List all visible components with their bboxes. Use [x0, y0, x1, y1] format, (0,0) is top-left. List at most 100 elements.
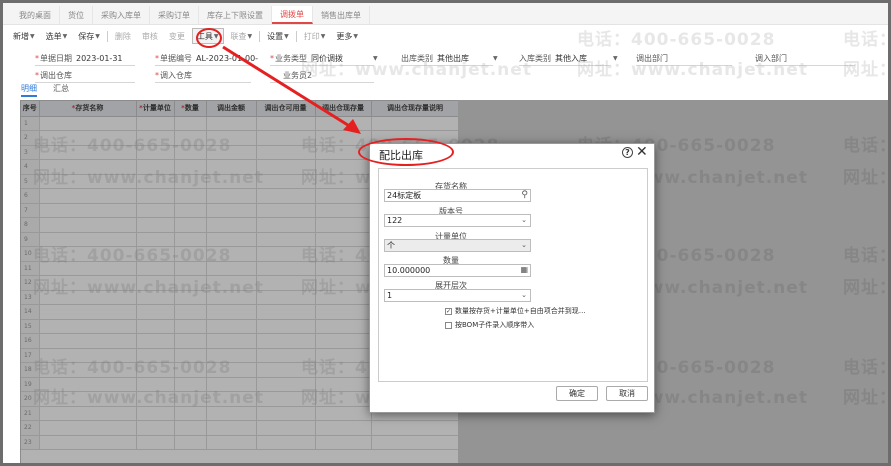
select-bill-button[interactable]: 选单 ▼ — [42, 28, 72, 44]
chevron-down-icon: ▼ — [373, 54, 378, 62]
bom-check-label: 按BOM子件录入顺序带入 — [455, 321, 535, 329]
tab-purchase-order[interactable]: 采购订单 — [150, 6, 199, 24]
chevron-down-icon: ▼ — [213, 32, 219, 40]
merge-checkbox[interactable]: ✓ — [445, 307, 452, 315]
required-mark: * — [155, 70, 159, 80]
bom-check-row[interactable]: 按BOM子件录入顺序带入 — [445, 320, 534, 330]
detail-tabs: 明细 汇总 — [21, 83, 69, 97]
biz-type-label: 业务类型 — [275, 53, 307, 63]
unit-value: 个 — [387, 241, 395, 250]
required-mark: * — [270, 53, 274, 63]
ok-button[interactable]: 确定 — [556, 386, 598, 401]
chevron-down-icon: ▼ — [30, 32, 35, 40]
close-icon[interactable]: ✕ — [636, 144, 648, 160]
delete-button[interactable]: 删除 — [111, 28, 135, 44]
doc-date-value: 2023-01-31 — [76, 53, 123, 63]
chevron-down-icon: ▼ — [95, 32, 100, 40]
settings-button[interactable]: 设置 ▼ — [263, 28, 293, 44]
merge-check-row[interactable]: ✓ 数量按存货+计量单位+自由项合并到现… — [445, 306, 586, 316]
in-type-field[interactable]: 入库类别 其他入库 ▼ — [519, 50, 618, 66]
tools-button[interactable]: 工具 ▼ — [191, 28, 224, 44]
in-warehouse-label: 调入仓库 — [160, 70, 192, 80]
search-icon[interactable]: ⚲ — [521, 190, 528, 200]
field-underline — [401, 65, 493, 66]
expand-level-value: 1 — [387, 291, 393, 300]
version-select[interactable]: 122 ⌄ — [384, 214, 531, 227]
header-form: * 单据日期 2023-01-31 * 单据编号 AL-2023-01-00- … — [3, 48, 888, 88]
doc-date-label: 单据日期 — [40, 53, 72, 63]
field-underline — [155, 65, 251, 66]
doc-no-label: 单据编号 — [160, 53, 192, 63]
calculator-icon[interactable]: ▦ — [520, 265, 528, 274]
unit-select[interactable]: 个 ⌄ — [384, 239, 531, 252]
settings-label: 设置 — [267, 31, 284, 41]
more-button[interactable]: 更多 ▼ — [332, 28, 362, 44]
chevron-down-icon: ⌄ — [521, 216, 527, 224]
ratio-outbound-dialog: 配比出库 ? ✕ 存货名称 24标定板 ⚲ 版本号 122 ⌄ 计量单位 个 ⌄… — [369, 143, 655, 413]
field-underline — [636, 65, 732, 66]
in-dept-label: 调入部门 — [755, 53, 787, 63]
field-underline — [35, 65, 135, 66]
tab-detail[interactable]: 明细 — [21, 83, 37, 97]
in-dept-field[interactable]: 调入部门 — [755, 50, 791, 66]
biz-type-value: 同价调拨 — [311, 53, 343, 63]
field-underline — [155, 82, 251, 83]
toolbar: 新增 ▼ 选单 ▼ 保存 ▼ 删除 审核 变更 工具 ▼ 联查 ▼ 设置 ▼ 打印 ▼ 更多 ▼ — [3, 26, 888, 46]
tab-location[interactable]: 货位 — [60, 6, 93, 24]
out-type-field[interactable]: 出库类别 其他出库 ▼ — [401, 50, 498, 66]
toolbar-separator — [259, 30, 261, 42]
audit-button[interactable]: 审核 — [138, 28, 162, 44]
clerk-label: 业务员2 — [283, 70, 313, 80]
print-button[interactable]: 打印 ▼ — [300, 28, 330, 44]
quantity-input[interactable]: 10.000000 ▦ — [384, 264, 531, 277]
chevron-down-icon: ▼ — [353, 32, 358, 40]
chevron-down-icon: ⌄ — [521, 241, 527, 249]
inventory-value: 24标定板 — [387, 191, 422, 200]
tab-my-desktop[interactable]: 我的桌面 — [11, 6, 60, 24]
chevron-down-icon: ▼ — [493, 54, 498, 62]
more-label: 更多 — [336, 31, 353, 41]
required-mark: * — [155, 53, 159, 63]
select-bill-label: 选单 — [45, 31, 62, 41]
field-underline — [519, 65, 611, 66]
doc-date-field[interactable]: * 单据日期 2023-01-31 — [35, 50, 123, 66]
out-type-value: 其他出库 — [437, 53, 469, 63]
chevron-down-icon: ▼ — [247, 32, 253, 40]
in-type-label: 入库类别 — [519, 53, 551, 63]
out-warehouse-field[interactable]: * 调出仓库 — [35, 67, 76, 83]
out-warehouse-label: 调出仓库 — [40, 70, 72, 80]
chevron-down-icon: ⌄ — [521, 291, 527, 299]
tab-transfer-order[interactable]: 调拨单 — [272, 6, 313, 24]
out-type-label: 出库类别 — [401, 53, 433, 63]
in-type-value: 其他入库 — [555, 53, 587, 63]
dialog-title: 配比出库 — [379, 149, 423, 162]
bom-checkbox[interactable] — [445, 321, 452, 329]
required-mark: * — [35, 70, 39, 80]
expand-level-select[interactable]: 1 ⌄ — [384, 289, 531, 302]
doc-no-field[interactable]: * 单据编号 AL-2023-01-00- — [155, 50, 258, 66]
tab-bar: 我的桌面 货位 采购入库单 采购订单 库存上下限设置 调拨单 销售出库单 — [3, 3, 888, 25]
change-button[interactable]: 变更 — [165, 28, 189, 44]
save-button[interactable]: 保存 ▼ — [74, 28, 104, 44]
query-button[interactable]: 联查 ▼ — [227, 28, 257, 44]
version-value: 122 — [387, 216, 403, 225]
biz-type-field[interactable]: * 业务类型 同价调拨 ▼ — [270, 50, 378, 66]
in-warehouse-field[interactable]: * 调入仓库 — [155, 67, 196, 83]
tab-summary[interactable]: 汇总 — [53, 83, 69, 97]
tab-purchase-receipt[interactable]: 采购入库单 — [93, 6, 150, 24]
print-label: 打印 — [303, 31, 320, 41]
new-button[interactable]: 新增 ▼ — [9, 28, 39, 44]
quantity-value: 10.000000 — [387, 266, 431, 275]
cancel-button[interactable]: 取消 — [606, 386, 648, 401]
out-dept-field[interactable]: 调出部门 — [636, 50, 672, 66]
tab-stock-limit[interactable]: 库存上下限设置 — [199, 6, 272, 24]
toolbar-separator — [106, 30, 108, 42]
field-underline — [755, 65, 855, 66]
chevron-down-icon: ▼ — [613, 54, 618, 62]
inventory-input[interactable]: 24标定板 ⚲ — [384, 189, 531, 202]
query-label: 联查 — [230, 31, 247, 41]
tab-sales-delivery[interactable]: 销售出库单 — [313, 6, 370, 24]
app-window: 我的桌面 货位 采购入库单 采购订单 库存上下限设置 调拨单 销售出库单 新增 ▼… — [0, 0, 891, 466]
clerk-field[interactable]: 业务员2 — [283, 67, 316, 83]
help-icon[interactable]: ? — [622, 147, 633, 158]
